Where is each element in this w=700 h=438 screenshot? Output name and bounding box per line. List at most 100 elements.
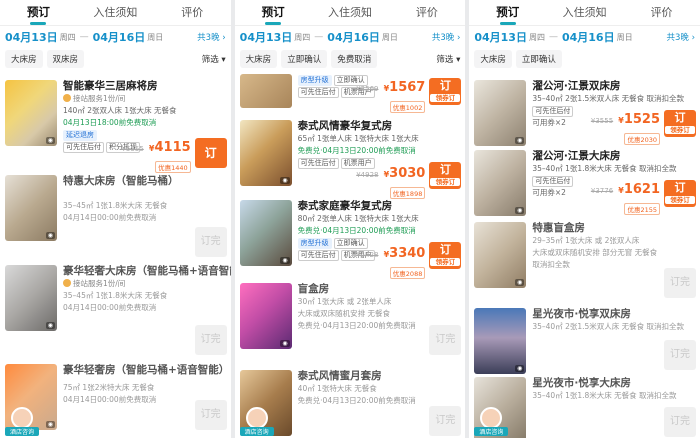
room-card[interactable]: ◉ 泰式风情豪华复式房 65㎡ 1张单人床 1张特大床 1张大床 免费兑·04月…	[239, 120, 462, 199]
tab-checkin-notice[interactable]: 入住须知	[546, 4, 623, 25]
room-photo[interactable]: ◉	[239, 283, 292, 349]
room-photo[interactable]: ◉	[474, 222, 527, 288]
tab-checkin-notice[interactable]: 入住须知	[312, 4, 389, 25]
cancel-policy: 免费兑·04月13日20:00前免费取消	[297, 146, 416, 155]
tag-pay-later: 可先住后付	[297, 250, 339, 261]
tag-pay-later: 可先住后付	[532, 106, 574, 117]
consult-label: 酒店咨询	[474, 427, 509, 436]
room-specs: 140㎡ 2张双人床 1张大床 无餐食	[63, 106, 177, 115]
tab-booking[interactable]: 预订	[0, 4, 77, 25]
room-photo[interactable]: ◉	[239, 120, 292, 186]
room-name: 濯公河·江景双床房	[532, 80, 621, 92]
room-name: 盲盒房	[297, 283, 330, 295]
room-card[interactable]: ◉ 濯公河·江景大床房 35–40㎡ 1张1.8米大床 无餐食 取消扣全款 可先…	[474, 150, 697, 216]
filter-chip-big-bed[interactable]: 大床房	[5, 50, 43, 68]
checkout-weekday: 周日	[147, 32, 164, 42]
tab-reviews[interactable]: 评价	[388, 4, 465, 25]
tab-booking[interactable]: 预订	[469, 4, 546, 25]
room-photo[interactable]: ◉	[5, 80, 57, 146]
room-card[interactable]: 房型升级 立即确认 可先住后付 机票用户 ¥2569 ¥1567 优惠1002 订领…	[239, 74, 462, 114]
date-separator: —	[548, 32, 558, 42]
original-price: ¥2569	[356, 85, 379, 93]
book-button[interactable]: 订领券订	[429, 242, 462, 269]
sold-out-button: 订完	[194, 227, 227, 257]
camera-icon: ◉	[280, 340, 290, 347]
room-notes: 大床或双床随机安排 无餐食	[297, 309, 391, 318]
filter-more-button[interactable]: 筛选 ▾	[202, 53, 226, 65]
room-photo[interactable]: ◉	[5, 265, 57, 331]
discount-badge: 优惠2030	[624, 133, 661, 145]
room-photo[interactable]: ◉	[474, 150, 527, 216]
tab-bar: 预订 入住须知 评价	[234, 0, 466, 26]
room-photo[interactable]: ◉	[474, 308, 527, 374]
tab-reviews[interactable]: 评价	[154, 4, 231, 25]
tab-booking[interactable]: 预订	[235, 4, 312, 25]
book-button[interactable]: 订领券订	[429, 162, 462, 189]
checkin-weekday: 周四	[294, 32, 311, 42]
room-name: 特惠大床房（智能马桶）	[63, 175, 179, 187]
checkin-date[interactable]: 04月13日	[240, 29, 293, 45]
checkin-date[interactable]: 04月13日	[474, 29, 527, 45]
room-card[interactable]: ◉ 特惠盲盒房 29–35㎡ 1张大床 或 2张双人床 大床或双床随机安排 部分…	[474, 222, 697, 300]
filter-chip-instant-confirm[interactable]: 立即确认	[281, 50, 328, 68]
room-specs: 30㎡ 1张大床 或 2张单人床	[297, 297, 392, 306]
filter-chip-instant-confirm[interactable]: 立即确认	[515, 50, 562, 68]
filter-chip-big-bed[interactable]: 大床房	[239, 50, 278, 68]
camera-icon: ◉	[515, 279, 525, 286]
current-price: ¥1567	[383, 80, 426, 95]
hotel-consult-button[interactable]: 酒店咨询	[239, 407, 274, 436]
filter-more-button[interactable]: 筛选 ▾	[436, 53, 460, 65]
room-card[interactable]: ◉ 盲盒房 30㎡ 1张大床 或 2张单人床 大床或双床随机安排 无餐食 免费兑…	[239, 283, 462, 359]
filter-chip-big-bed[interactable]: 大床房	[474, 50, 512, 68]
room-card[interactable]: ◉ 智能豪华三居麻将房 接站服务1份/间 140㎡ 2张双人床 1张大床 无餐食…	[5, 80, 227, 173]
room-name: 泰式家庭豪华复式房	[297, 200, 393, 212]
room-photo[interactable]: ◉	[239, 200, 292, 266]
room-specs: 35–40㎡ 1张1.8米大床 无餐食 取消扣全款	[532, 164, 677, 173]
room-photo[interactable]: ◉	[474, 80, 527, 146]
tag-room-upgrade: 房型升级	[297, 75, 332, 86]
camera-icon: ◉	[515, 207, 525, 214]
filter-chip-free-cancel[interactable]: 免费取消	[331, 50, 378, 68]
room-specs: 35–40㎡ 1张1.8米大床 无餐食 取消扣全款	[532, 391, 677, 400]
filter-chip-twin-bed[interactable]: 双床房	[46, 50, 85, 68]
room-list-panel-3: 预订 入住须知 评价 04月13日 周四 — 04月16日 周日 共3晚 › 大…	[469, 0, 700, 438]
nights-count[interactable]: 共3晚 ›	[197, 31, 226, 43]
room-specs: 65㎡ 1张单人床 1张特大床 1张大床	[297, 134, 419, 143]
hotel-consult-button[interactable]: 酒店咨询	[474, 407, 509, 436]
room-name: 豪华轻奢大床房（智能马桶+语音智能）	[63, 265, 231, 277]
checkin-date[interactable]: 04月13日	[5, 29, 58, 45]
room-card[interactable]: ◉ 豪华轻奢大床房（智能马桶+语音智能） 接站服务1份/间 35–45㎡ 1张1…	[5, 265, 231, 355]
camera-icon: ◉	[45, 232, 55, 239]
nights-count[interactable]: 共3晚 ›	[432, 31, 461, 43]
tab-reviews[interactable]: 评价	[623, 4, 700, 25]
date-selector[interactable]: 04月13日 周四 — 04月16日 周日 共3晚 ›	[469, 26, 700, 48]
consultant-avatar	[480, 407, 503, 429]
book-button[interactable]: 订领券订	[429, 78, 462, 105]
room-card[interactable]: ◉ 泰式家庭豪华复式房 80㎡ 2张单人床 1张特大床 1张大床 免费兑·04月…	[239, 200, 462, 279]
date-selector[interactable]: 04月13日 周四 — 04月16日 周日 共3晚 ›	[0, 26, 231, 48]
checkout-date[interactable]: 04月16日	[93, 29, 146, 45]
consultant-avatar	[11, 407, 33, 429]
tab-bar: 预订 入住须知 评价	[469, 0, 700, 26]
room-card[interactable]: ◉ 星光夜市·悦享双床房 35–40㎡ 2张1.5米双人床 无餐食 取消扣全款 …	[474, 308, 697, 374]
camera-icon: ◉	[45, 322, 55, 329]
checkout-date[interactable]: 04月16日	[327, 29, 380, 45]
book-button[interactable]: 订领券订	[664, 180, 697, 207]
room-name: 豪华轻奢房（智能马桶+语音智能）	[63, 364, 230, 376]
nights-count[interactable]: 共3晚 ›	[667, 31, 696, 43]
book-button[interactable]: 订领券订	[664, 110, 697, 137]
checkout-date[interactable]: 04月16日	[562, 29, 615, 45]
tab-checkin-notice[interactable]: 入住须知	[77, 4, 154, 25]
room-photo[interactable]	[239, 74, 292, 108]
book-button[interactable]: 订	[194, 138, 227, 168]
room-card[interactable]: ◉ 濯公河·江景双床房 35–40㎡ 2张1.5米双人床 无餐食 取消扣全款 可…	[474, 80, 697, 146]
room-photo[interactable]: ◉	[5, 175, 57, 241]
cancel-policy: 04月13日18:00前免费取消	[63, 118, 157, 127]
hotel-consult-button[interactable]: 酒店咨询	[5, 407, 39, 436]
discount-badge: 优惠1002	[389, 101, 426, 113]
date-selector[interactable]: 04月13日 周四 — 04月16日 周日 共3晚 ›	[235, 26, 466, 48]
room-card[interactable]: ◉ 特惠大床房（智能马桶） 35–45㎡ 1张1.8米大床 无餐食 04月14日…	[5, 175, 227, 257]
sold-out-button: 订完	[664, 407, 697, 437]
current-price: ¥1621	[618, 182, 661, 197]
sold-out-button: 订完	[429, 325, 462, 355]
